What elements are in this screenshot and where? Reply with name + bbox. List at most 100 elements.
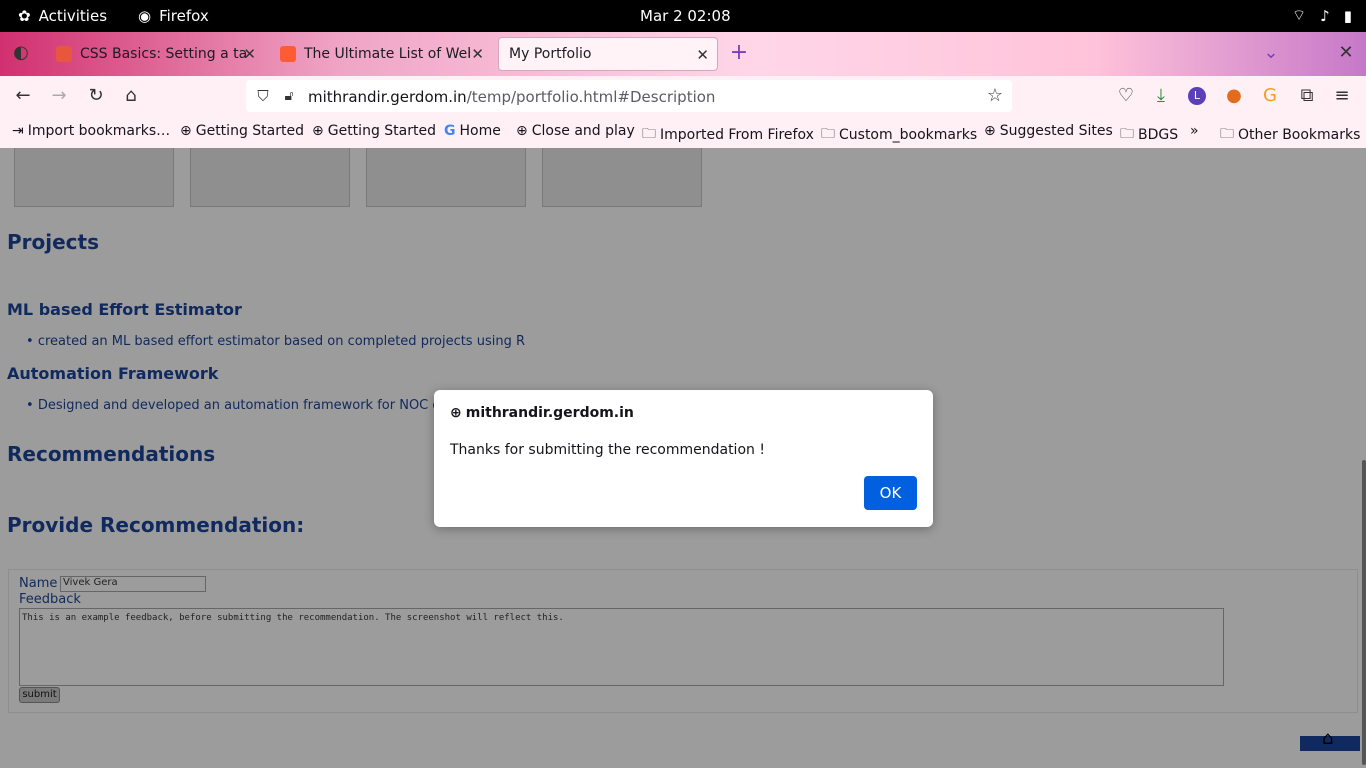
clock[interactable]: Mar 2 02:08 <box>640 7 731 25</box>
duckduckgo-extension-icon[interactable]: ● <box>1223 85 1245 107</box>
close-icon[interactable]: ✕ <box>243 45 256 63</box>
project-title: Automation Framework <box>7 364 219 383</box>
app-name: Firefox <box>159 7 209 25</box>
globe-icon: ⊕ <box>312 123 324 139</box>
home-icon[interactable]: ⌂ <box>120 85 142 107</box>
bookmark-label: Suggested Sites <box>999 123 1113 139</box>
back-icon[interactable]: ← <box>12 85 34 107</box>
profile-avatar[interactable]: L <box>1188 87 1206 105</box>
thumbnail-image <box>366 148 526 207</box>
globe-icon: ⊕ <box>180 123 192 139</box>
url-path: /temp/portfolio.html#Description <box>466 88 716 106</box>
folder-icon: 🗀︎ <box>821 126 835 142</box>
bookmark-label: Home <box>459 123 501 139</box>
activities-button[interactable]: ✿ Activities <box>18 7 107 25</box>
recommendation-form: Name Vivek Gera Feedback This is an exam… <box>8 569 1358 713</box>
project-description: • Designed and developed an automation f… <box>26 398 441 413</box>
folder-icon: 🗀︎ <box>1120 126 1134 142</box>
url-text[interactable]: mithrandir.gerdom.in/temp/portfolio.html… <box>308 88 715 106</box>
grammarly-extension-icon[interactable]: G <box>1259 85 1281 107</box>
bookmark-label: Close and play <box>531 123 635 139</box>
name-label: Name <box>19 576 58 591</box>
dialog-origin: ⊕ mithrandir.gerdom.in <box>450 405 634 421</box>
url-domain: mithrandir.gerdom.in <box>308 88 467 106</box>
bookmark-other-bookmarks[interactable]: 🗀︎ Other Bookmarks <box>1220 123 1360 147</box>
dialog-origin-text: mithrandir.gerdom.in <box>465 405 634 421</box>
bookmark-custom-bookmarks[interactable]: 🗀︎ Custom_bookmarks <box>821 123 977 147</box>
project-title: ML based Effort Estimator <box>7 300 242 319</box>
thumbnail-image <box>14 148 174 207</box>
tab-strip: ◐ CSS Basics: Setting a table ✕ The Ulti… <box>0 32 1366 76</box>
bookmark-imported-from-firefox[interactable]: 🗀︎ Imported From Firefox <box>642 123 814 147</box>
bookmark-label: Other Bookmarks <box>1238 127 1361 143</box>
globe-icon: ⊕ <box>516 123 528 139</box>
bookmark-bdgs[interactable]: 🗀︎ BDGS <box>1120 123 1178 147</box>
folder-icon: 🗀︎ <box>642 126 656 142</box>
scrollbar[interactable] <box>1362 460 1366 765</box>
bookmark-getting-started-1[interactable]: ⊕ Getting Started <box>180 123 304 139</box>
tab-css-basics[interactable]: CSS Basics: Setting a table ✕ <box>46 37 264 71</box>
insecure-lock-icon[interactable]: 🔓︎ <box>278 85 300 107</box>
tab-title: The Ultimate List of Web- <box>304 46 470 62</box>
name-input[interactable]: Vivek Gera <box>60 576 206 592</box>
menu-hamburger-icon[interactable]: ≡ <box>1331 85 1353 107</box>
thumbnail-image <box>190 148 350 207</box>
bookmark-close-and-play[interactable]: ⊕ Close and play <box>516 123 635 139</box>
recommendations-heading: Recommendations <box>7 442 216 466</box>
submit-button[interactable]: submit <box>19 687 60 703</box>
system-tray[interactable]: ⌔ ♪ ▮ <box>1292 6 1352 25</box>
bookmark-suggested-sites[interactable]: ⊕ Suggested Sites <box>984 123 1113 139</box>
bookmark-label: Import bookmarks… <box>27 123 171 139</box>
project-description-text: created an ML based effort estimator bas… <box>37 334 525 349</box>
more-bookmarks-chevron-icon[interactable]: » <box>1190 123 1199 139</box>
bookmarks-toolbar: ⇥ Import bookmarks… ⊕ Getting Started ⊕ Get… <box>0 116 1366 148</box>
tab-title: CSS Basics: Setting a table <box>80 46 248 62</box>
bookmark-import[interactable]: ⇥ Import bookmarks… <box>12 123 170 139</box>
tab-favicon-icon <box>280 46 296 62</box>
volume-icon: ♪ <box>1320 6 1330 25</box>
app-menu[interactable]: ◉ Firefox <box>138 7 209 25</box>
reload-icon[interactable]: ↻ <box>85 85 107 107</box>
feedback-label: Feedback <box>19 592 81 607</box>
firefox-icon: ◉ <box>138 7 152 25</box>
activities-label: Activities <box>38 7 108 25</box>
battery-icon: ▮ <box>1343 6 1352 25</box>
home-link[interactable]: ⌂ <box>1300 728 1360 751</box>
bookmark-getting-started-2[interactable]: ⊕ Getting Started <box>312 123 436 139</box>
bookmark-label: Imported From Firefox <box>660 127 814 143</box>
home-icon: ⌂ <box>1322 728 1334 749</box>
alert-dialog: ⊕ mithrandir.gerdom.in Thanks for submit… <box>434 390 933 527</box>
tab-title: My Portfolio <box>509 46 592 62</box>
feedback-textarea[interactable]: This is an example feedback, before subm… <box>19 608 1224 686</box>
thumbnail-image <box>542 148 702 207</box>
globe-icon: ⊕ <box>984 123 996 139</box>
globe-icon: ⊕ <box>450 405 462 421</box>
bookmark-label: BDGS <box>1138 127 1179 143</box>
downloads-icon[interactable]: ⤓ <box>1150 85 1172 107</box>
close-icon[interactable]: ✕ <box>696 46 709 64</box>
gnome-icon: ✿ <box>18 7 31 25</box>
window-close-icon[interactable]: ✕ <box>1335 42 1357 64</box>
ok-button[interactable]: OK <box>864 476 917 510</box>
pocket-icon[interactable]: ♡ <box>1115 85 1137 107</box>
tab-my-portfolio[interactable]: My Portfolio ✕ <box>498 37 718 71</box>
bookmark-home[interactable]: G Home <box>444 123 501 139</box>
extensions-puzzle-icon[interactable]: ⧉ <box>1296 85 1318 107</box>
new-tab-button[interactable]: + <box>728 42 750 64</box>
close-icon[interactable]: ✕ <box>471 45 484 63</box>
tracking-shield-icon[interactable]: ⛉ <box>252 85 274 107</box>
list-tabs-chevron-down-icon[interactable]: ⌄ <box>1260 42 1282 64</box>
url-bar[interactable]: ⛉ 🔓︎ mithrandir.gerdom.in/temp/portfolio… <box>246 80 1012 112</box>
projects-heading: Projects <box>7 230 100 254</box>
folder-icon: 🗀︎ <box>1220 126 1234 142</box>
import-icon: ⇥ <box>12 123 24 139</box>
dialog-message: Thanks for submitting the recommendation… <box>450 442 765 458</box>
provide-recommendation-heading: Provide Recommendation: <box>7 513 305 537</box>
forward-icon[interactable]: → <box>48 85 70 107</box>
project-description: • created an ML based effort estimator b… <box>26 334 525 349</box>
bookmark-star-icon[interactable]: ☆ <box>984 85 1006 107</box>
firefox-view-icon[interactable]: ◐ <box>10 42 32 64</box>
bookmark-label: Getting Started <box>195 123 304 139</box>
tab-ultimate-list[interactable]: The Ultimate List of Web- ✕ <box>270 37 492 71</box>
google-icon: G <box>444 123 456 139</box>
